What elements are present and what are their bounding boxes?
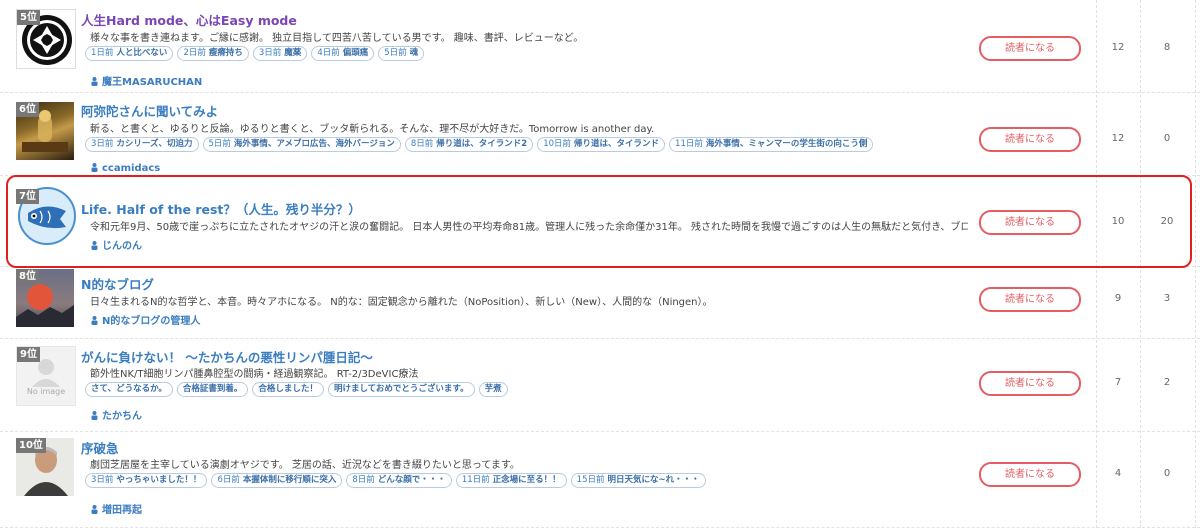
subscriber-count: 12 (1111, 133, 1125, 144)
author-link[interactable]: N的なブログの管理人 (91, 312, 200, 327)
subscriber-count: 7 (1114, 377, 1122, 388)
ranking-row: 9位 No image がんに負けない！ ～たかちんの悪性リンパ腫日記～ 節外性… (0, 338, 1200, 432)
recent-entries: 3日前 カシリーズ、切迫力 5日前 海外事情、アメブロ広告、海外バージョン 8日前帰… (85, 137, 874, 152)
subscriber-count: 12 (1111, 42, 1125, 53)
stat-count: 8 (1163, 42, 1171, 53)
author-link[interactable]: ccamidacs (91, 163, 160, 174)
subscribe-button[interactable]: 読者になる (979, 210, 1081, 235)
recent-entries: 1日前 人と比べない 2日前 瘦瘠持ち 3日前 魔薬 4日前 偏頭痛 5日前魂 (85, 46, 425, 61)
blog-title-link[interactable]: 序破急 (81, 438, 119, 457)
stat-count: 0 (1163, 468, 1171, 479)
entry-tag[interactable]: 6日前 本握体制に移行順に突入 (211, 473, 343, 488)
entry-tag[interactable]: 8日前 どんな顔で・・・ (346, 473, 452, 488)
stat-count: 0 (1163, 133, 1171, 144)
ranking-row: 6位 阿弥陀さんに聞いてみよ 斬る、と書くと、ゆるりと反論。ゆるりと書くと、ブッ… (0, 92, 1200, 176)
recent-entries: 3日前 やっちゃいました！！ 6日前 本握体制に移行順に突入 8日前 どんな顔で・・・… (85, 473, 706, 488)
entry-tag[interactable]: 明けましておめでとうございます。 (327, 382, 475, 397)
rank-badge: 10位 (16, 438, 46, 453)
ranking-row: 10位 序破急 劇団芝居屋を主宰している演劇オヤジです。 芝居の話、近況などを書… (0, 431, 1200, 528)
subscriber-count: 10 (1111, 216, 1125, 227)
entry-tag[interactable]: 15日前 明日天気にな~れ・・・ (570, 473, 706, 488)
blog-description: 節外性NK/T細胞リンパ腫鼻腔型の闘病・経過観察記。 RT-2/3DeVIC療法 (90, 369, 419, 380)
entry-tag[interactable]: 合格証書到着。 (176, 382, 249, 397)
blog-description: 斬る、と書くと、ゆるりと反論。ゆるりと書くと、ブッタ斬られる。そんな、理不尽が大… (90, 124, 655, 135)
author-link[interactable]: 増田再起 (91, 501, 142, 516)
entry-tag[interactable]: 4日前 偏頭痛 (311, 46, 375, 61)
person-icon (91, 316, 98, 325)
subscriber-count: 9 (1114, 293, 1122, 304)
subscribe-button[interactable]: 読者になる (979, 462, 1081, 487)
entry-tag[interactable]: 10日前 帰り道は、タイランド (537, 137, 666, 152)
blog-title-link[interactable]: 人生Hard mode、心はEasy mode (81, 10, 297, 29)
rank-badge: 8位 (16, 269, 39, 284)
ranking-row: 7位 Life. Half of the rest？（人生。残り半分？） 令和元… (0, 175, 1200, 267)
blog-thumbnail[interactable]: 8位 (16, 269, 74, 327)
rank-badge: 7位 (16, 189, 39, 204)
rank-badge: 5位 (17, 10, 40, 25)
blog-description: 日々生まれるN的な哲学と、本音。時々アホになる。 N的な：固定観念から離れた（N… (90, 297, 713, 308)
ranking-row: 8位 N的なブログ 日々生まれるN的な哲学と、本音。時々アホになる。 N的な：固… (0, 266, 1200, 339)
blog-description: 劇団芝居屋を主宰している演劇オヤジです。 芝居の話、近況などを書き綴りたいと思っ… (90, 460, 520, 471)
entry-tag[interactable]: 11日前 正念場に至る！！ (455, 473, 567, 488)
no-image-label: No image (26, 387, 66, 396)
blog-thumbnail[interactable]: 9位 No image (16, 346, 76, 406)
blog-title-link[interactable]: N的なブログ (81, 274, 154, 293)
ranking-row: 5位 人生Hard mode、心はEasy mode 様々な事を書き連ねます。ご… (0, 0, 1200, 93)
rank-badge: 9位 (17, 347, 40, 362)
entry-tag[interactable]: 5日前魂 (378, 46, 425, 61)
stat-count: 3 (1163, 293, 1171, 304)
entry-tag[interactable]: 2日前 瘦瘠持ち (177, 46, 249, 61)
blog-title-link[interactable]: がんに負けない！ ～たかちんの悪性リンパ腫日記～ (81, 347, 373, 366)
stat-count: 20 (1160, 216, 1174, 227)
person-icon (91, 241, 98, 250)
subscribe-button[interactable]: 読者になる (979, 36, 1081, 61)
blog-thumbnail[interactable]: 5位 (16, 9, 76, 69)
entry-tag[interactable]: 合格しました！ (252, 382, 324, 397)
entry-tag[interactable]: さて、どうなるか。 (85, 382, 173, 397)
recent-entries: さて、どうなるか。 合格証書到着。 合格しました！ 明けましておめでとうございま… (85, 382, 508, 397)
author-link[interactable]: たかちん (91, 407, 142, 422)
entry-tag[interactable]: 1日前 人と比べない (85, 46, 174, 61)
entry-tag[interactable]: 3日前 カシリーズ、切迫力 (85, 137, 199, 152)
author-link[interactable]: じんのん (91, 237, 142, 252)
entry-tag[interactable]: 8日前 帰り道は、タイランド2 (404, 137, 534, 152)
entry-tag[interactable]: 芋煮 (478, 382, 508, 397)
subscribe-button[interactable]: 読者になる (979, 127, 1081, 152)
person-icon (91, 163, 98, 172)
blog-thumbnail[interactable]: 6位 (16, 102, 74, 160)
blog-title-link[interactable]: 阿弥陀さんに聞いてみよ (81, 101, 218, 120)
blog-thumbnail[interactable]: 10位 (16, 438, 74, 496)
entry-tag[interactable]: 3日前 魔薬 (252, 46, 308, 61)
rank-badge: 6位 (16, 102, 39, 117)
blog-description: 令和元年9月、50歳で崖っぷちに立たされたオヤジの汗と涙の奮闘記。 日本人男性の… (90, 222, 968, 233)
person-icon (91, 411, 98, 420)
entry-tag[interactable]: 3日前 やっちゃいました！！ (85, 473, 208, 488)
subscriber-count: 4 (1114, 468, 1122, 479)
person-icon (91, 505, 98, 514)
blog-title-link[interactable]: Life. Half of the rest？（人生。残り半分？） (81, 199, 361, 218)
stat-count: 2 (1163, 377, 1171, 388)
person-icon (91, 77, 98, 86)
entry-tag[interactable]: 5日前 海外事情、アメブロ広告、海外バージョン (202, 137, 401, 152)
blog-description: 様々な事を書き連ねます。ご縁に感謝。 独立目指して四苦八苦している男です。 趣味… (90, 33, 584, 44)
subscribe-button[interactable]: 読者になる (979, 287, 1081, 312)
author-link[interactable]: 魔王MASARUCHAN (91, 73, 202, 88)
subscribe-button[interactable]: 読者になる (979, 371, 1081, 396)
entry-tag[interactable]: 11日前 海外事情、ミャンマーの学生街の向こう側 (669, 137, 874, 152)
